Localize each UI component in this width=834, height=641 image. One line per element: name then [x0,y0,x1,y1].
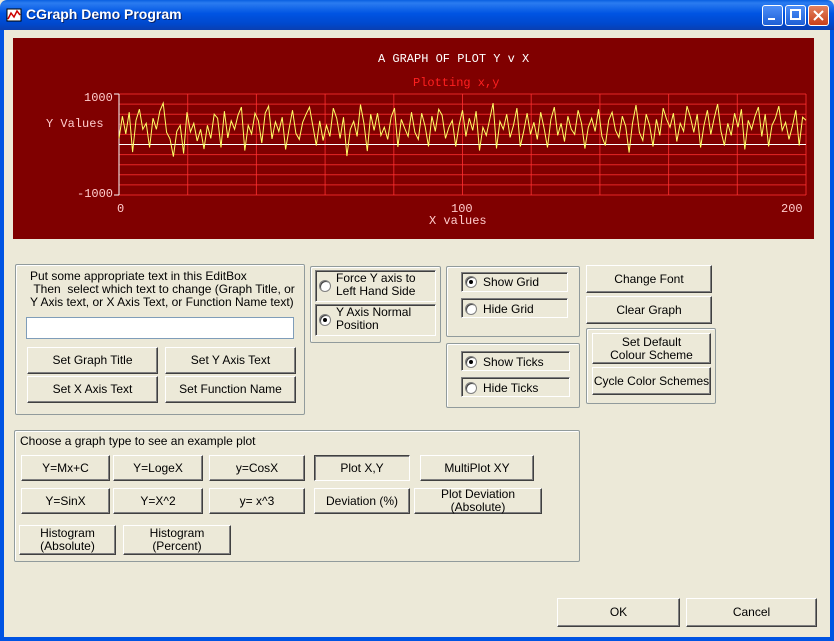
graph-canvas [114,93,807,196]
force-y-left-radio[interactable]: Force Y axis to Left Hand Side [319,272,434,298]
graph-type-button[interactable]: MultiPlot XY [420,455,534,481]
x-axis-label: X values [429,214,487,228]
radio-indicator [465,303,477,315]
clear-graph-button[interactable]: Clear Graph [586,296,712,324]
force-y-left-label: Force Y axis to Left Hand Side [336,271,416,298]
hide-ticks-radio[interactable]: Hide Ticks [465,381,538,395]
graph-type-button[interactable]: Y=X^2 [113,488,203,514]
title-bar[interactable]: CGraph Demo Program [0,0,834,30]
set-graph-title-button[interactable]: Set Graph Title [27,347,158,374]
x-tick-label: 0 [117,202,125,216]
graph-title: A GRAPH OF PLOT Y v X [378,52,530,66]
graph-type-button[interactable]: Y=Mx+C [21,455,110,481]
maximize-button[interactable] [785,5,806,26]
graph-type-button-selected[interactable]: Plot X,Y [314,455,410,481]
app-icon [6,8,22,22]
x-tick-label: 200 [781,202,803,216]
maximize-icon [790,9,801,20]
y-normal-radio[interactable]: Y Axis Normal Position [319,306,434,332]
y-normal-label: Y Axis Normal Position [336,305,412,332]
graph-type-button[interactable]: Y=SinX [21,488,110,514]
radio-indicator [465,276,477,288]
graph-type-button[interactable]: y=CosX [209,455,305,481]
set-x-axis-text-button[interactable]: Set X Axis Text [27,376,158,403]
y-tick-label: 1000 [84,91,113,105]
window-title: CGraph Demo Program [26,6,182,22]
show-grid-label: Show Grid [483,275,540,289]
radio-indicator [319,280,331,292]
radio-indicator [319,314,331,326]
hide-ticks-label: Hide Ticks [483,381,539,395]
edit-instructions: Put some appropriate text in this EditBo… [30,269,295,309]
change-font-button[interactable]: Change Font [586,265,712,293]
graph-type-button[interactable]: Histogram (Absolute) [19,525,116,555]
hide-grid-radio[interactable]: Hide Grid [465,302,534,316]
graph-type-button[interactable]: Plot Deviation (Absolute) [414,488,542,514]
y-axis-label: Y Values [46,117,104,131]
show-grid-radio[interactable]: Show Grid [465,275,539,289]
set-default-colour-button[interactable]: Set Default Colour Scheme [592,333,711,364]
graph-type-button[interactable]: y= x^3 [209,488,305,514]
cycle-color-schemes-button[interactable]: Cycle Color Schemes [592,367,711,395]
show-ticks-radio[interactable]: Show Ticks [465,355,544,369]
graph-subtitle: Plotting x,y [413,76,500,90]
minimize-icon [768,18,775,20]
minimize-button[interactable] [762,5,783,26]
cancel-button[interactable]: Cancel [686,598,817,627]
set-y-axis-text-button[interactable]: Set Y Axis Text [165,347,296,374]
y-tick-label: -1000 [77,187,114,201]
graph-panel: A GRAPH OF PLOT Y v X Plotting x,y Y Val… [13,38,814,239]
show-ticks-label: Show Ticks [483,355,544,369]
close-button[interactable] [808,5,829,26]
ok-button[interactable]: OK [557,598,680,627]
radio-indicator [465,356,477,368]
graph-type-caption: Choose a graph type to see an example pl… [20,434,256,448]
edit-text-input[interactable] [26,317,294,339]
graph-type-button[interactable]: Histogram (Percent) [123,525,231,555]
graph-type-button[interactable]: Deviation (%) [314,488,410,514]
set-function-name-button[interactable]: Set Function Name [165,376,296,403]
hide-grid-label: Hide Grid [483,302,534,316]
radio-indicator [465,382,477,394]
close-icon [813,10,824,21]
graph-type-button[interactable]: Y=LogeX [113,455,203,481]
